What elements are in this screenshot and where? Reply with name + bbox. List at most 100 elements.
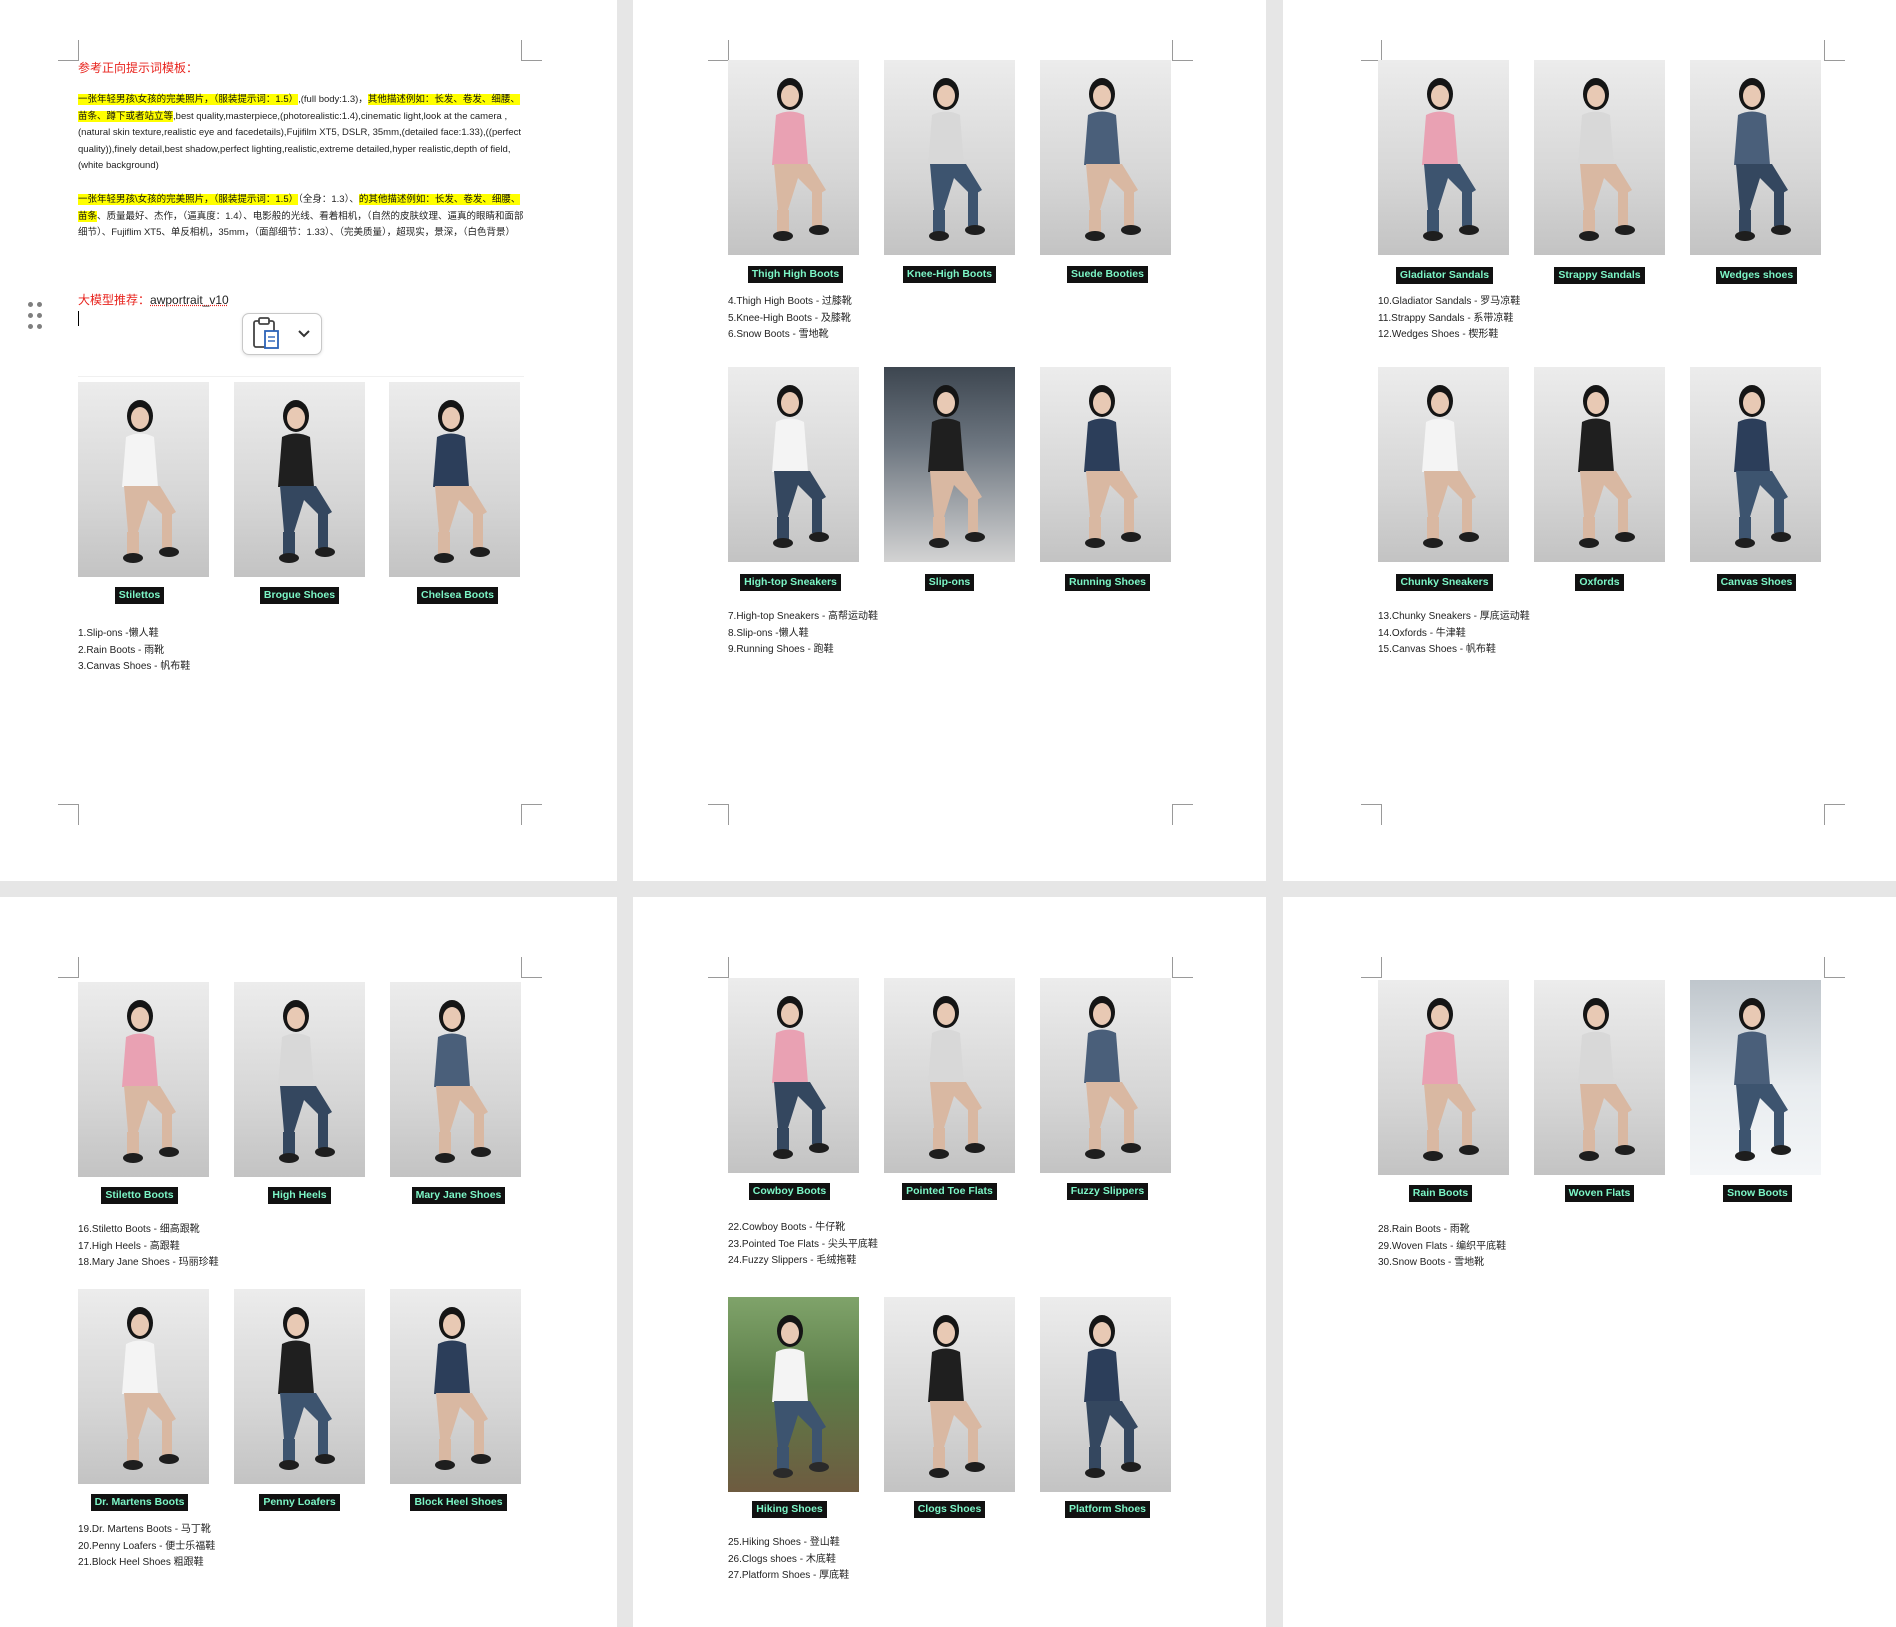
list-item: 11.Strappy Sandals - 系带凉鞋: [1378, 312, 1514, 324]
caption-canvas-shoes: Canvas Shoes: [1691, 574, 1822, 591]
caption-gladiator-sandals: Gladiator Sandals: [1379, 267, 1510, 284]
list-item: 29.Woven Flats - 编织平底鞋: [1378, 1240, 1507, 1252]
photo-platform-shoes: [1040, 1297, 1171, 1492]
silhouette-part: [1578, 111, 1614, 165]
page-rule: [78, 376, 524, 377]
list-item: 27.Platform Shoes - 厚底鞋: [728, 1570, 850, 1581]
silhouette-part: [1121, 1143, 1141, 1153]
silhouette-part: [434, 1340, 470, 1394]
silhouette-part: [1615, 532, 1635, 542]
silhouette-part: [965, 1462, 985, 1472]
list-item: 3.Canvas Shoes - 帆布鞋: [78, 661, 191, 672]
silhouette-part: [127, 1132, 139, 1154]
silhouette-part: [1618, 499, 1628, 533]
shoe-list: 7.High-top Sneakers - 高帮运动鞋 8.Slip-ons -…: [728, 609, 878, 659]
silhouette-part: [929, 1468, 949, 1478]
silhouette-part: [773, 538, 793, 548]
silhouette-part: [443, 1007, 461, 1029]
photo-gladiator-sandals: [1378, 60, 1509, 255]
photo-block-heel-shoes: [390, 1289, 521, 1484]
caption-oxfords: Oxfords: [1534, 574, 1665, 591]
body-text: （全身：1.3）、: [298, 194, 359, 205]
caption-high-heels: High Heels: [234, 1187, 365, 1204]
person-silhouette: [772, 996, 829, 1159]
photo-penny-loafers: [234, 1289, 365, 1484]
silhouette-part: [781, 1003, 799, 1025]
person-silhouette: [1734, 998, 1791, 1161]
silhouette-part: [928, 418, 964, 472]
silhouette-part: [812, 499, 822, 533]
silhouette-part: [937, 85, 955, 107]
margin-marker: [58, 40, 79, 61]
silhouette-part: [1578, 418, 1614, 472]
silhouette-part: [162, 1114, 172, 1148]
silhouette-part: [1084, 1348, 1120, 1402]
silhouette-part: [929, 231, 949, 241]
margin-marker: [1361, 957, 1382, 978]
silhouette-part: [933, 1447, 945, 1469]
person-silhouette: [928, 78, 985, 241]
silhouette-part: [1427, 1130, 1439, 1152]
shoe-list: 4.Thigh High Boots - 过膝靴 5.Knee-High Boo…: [728, 294, 852, 344]
person-silhouette: [772, 1315, 829, 1478]
person-silhouette: [1084, 78, 1141, 241]
caption-mary-jane-shoes: Mary Jane Shoes: [393, 1187, 524, 1204]
silhouette-part: [1085, 538, 1105, 548]
shoe-list: 16.Stiletto Boots - 细高跟靴 17.High Heels -…: [78, 1222, 219, 1272]
silhouette-part: [937, 1322, 955, 1344]
caption-wedges-shoes: Wedges shoes: [1691, 267, 1822, 284]
caption-chelsea-boots: Chelsea Boots: [392, 587, 523, 604]
silhouette-part: [1427, 210, 1439, 232]
silhouette-part: [1735, 231, 1755, 241]
margin-marker: [1824, 40, 1845, 61]
silhouette-part: [933, 1128, 945, 1150]
caption-platform-shoes: Platform Shoes: [1042, 1501, 1173, 1518]
silhouette-part: [1423, 538, 1443, 548]
silhouette-part: [279, 1153, 299, 1163]
list-item: 18.Mary Jane Shoes - 玛丽珍鞋: [78, 1257, 219, 1268]
silhouette-part: [278, 1340, 314, 1394]
list-item: 8.Slip-ons -懒人鞋: [728, 627, 809, 639]
person-silhouette: [772, 385, 829, 548]
caption-dr-martens-boots: Dr. Martens Boots: [74, 1494, 205, 1511]
caption-stilettos: Stilettos: [74, 587, 205, 604]
margin-marker: [1172, 957, 1193, 978]
silhouette-part: [1423, 1151, 1443, 1161]
list-item: 9.Running Shoes - 跑鞋: [728, 644, 834, 655]
silhouette-part: [1743, 392, 1761, 414]
silhouette-part: [162, 514, 172, 548]
silhouette-part: [442, 407, 460, 429]
document-page-1: 参考正向提示词模板： 一张年轻男孩\女孩的完美照片，（服装提示词：1.5）,(f…: [0, 0, 617, 881]
list-item: 4.Thigh High Boots - 过膝靴: [728, 296, 852, 307]
chevron-down-icon[interactable]: [297, 329, 311, 339]
list-item: 13.Chunky Sneakers - 厚底运动鞋: [1378, 611, 1530, 622]
paste-options-button[interactable]: [242, 313, 322, 355]
margin-marker: [708, 804, 729, 825]
model-label: 大模型推荐：: [78, 293, 151, 307]
silhouette-part: [123, 1153, 143, 1163]
silhouette-part: [1462, 192, 1472, 226]
silhouette-part: [1121, 532, 1141, 542]
silhouette-part: [1423, 231, 1443, 241]
margin-marker: [1824, 957, 1845, 978]
silhouette-part: [772, 1029, 808, 1083]
silhouette-part: [1578, 1031, 1614, 1085]
drag-handle-icon[interactable]: [28, 302, 44, 332]
silhouette-part: [933, 210, 945, 232]
silhouette-part: [434, 1033, 470, 1087]
silhouette-part: [474, 1114, 484, 1148]
photo-strappy-sandals: [1534, 60, 1665, 255]
silhouette-part: [1743, 85, 1761, 107]
silhouette-part: [443, 1314, 461, 1336]
margin-marker: [1172, 40, 1193, 61]
margin-marker: [1361, 40, 1382, 61]
silhouette-part: [123, 1460, 143, 1470]
silhouette-part: [1093, 85, 1111, 107]
silhouette-part: [965, 1143, 985, 1153]
caption-hiking-shoes: Hiking Shoes: [724, 1501, 855, 1518]
document-page-3: Gladiator Sandals Strappy Sandals Wedges…: [1283, 0, 1896, 881]
margin-marker: [521, 40, 542, 61]
photo-oxfords: [1534, 367, 1665, 562]
prompt-paragraph-english: 一张年轻男孩\女孩的完美照片，（服装提示词：1.5）,(full body:1.…: [78, 92, 524, 175]
silhouette-part: [812, 1429, 822, 1463]
